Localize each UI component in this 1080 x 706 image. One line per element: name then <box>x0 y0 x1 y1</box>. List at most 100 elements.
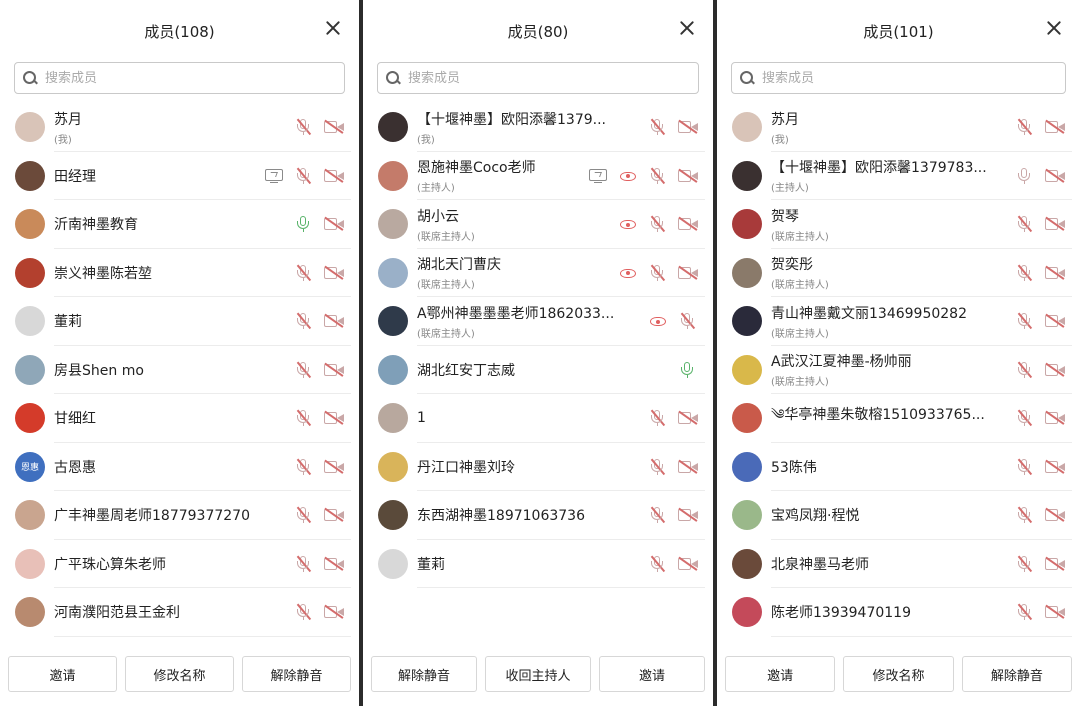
footer-button[interactable]: 修改名称 <box>125 656 234 692</box>
member-search-box[interactable] <box>731 62 1066 94</box>
camera-off-icon[interactable] <box>1044 457 1066 477</box>
mic-muted-icon[interactable] <box>1014 263 1036 283</box>
footer-button[interactable]: 解除静音 <box>961 656 1072 692</box>
member-search-input[interactable] <box>406 69 666 87</box>
member-row[interactable]: 1 <box>363 394 713 443</box>
mic-muted-icon[interactable] <box>647 166 669 186</box>
camera-off-icon[interactable] <box>677 117 699 137</box>
camera-off-icon[interactable] <box>323 263 345 283</box>
member-row[interactable]: 53陈伟 <box>717 443 1080 491</box>
mic-muted-icon[interactable] <box>293 505 315 525</box>
camera-off-icon[interactable] <box>323 457 345 477</box>
footer-button[interactable]: 解除静音 <box>371 656 477 692</box>
member-search-input[interactable] <box>43 69 311 87</box>
member-row[interactable]: 北泉神墨马老师 <box>717 540 1080 588</box>
member-row[interactable]: 青山神墨戴文丽13469950282 (联席主持人) <box>717 297 1080 346</box>
camera-off-icon[interactable] <box>323 117 345 137</box>
member-row[interactable]: 广丰神墨周老师18779377270 <box>0 491 359 540</box>
camera-off-icon[interactable] <box>323 554 345 574</box>
camera-off-icon[interactable] <box>1044 602 1066 622</box>
camera-off-icon[interactable] <box>677 505 699 525</box>
mic-muted-icon[interactable] <box>293 408 315 428</box>
member-search-box[interactable] <box>14 62 345 94</box>
mic-muted-icon[interactable] <box>293 457 315 477</box>
mic-icon[interactable] <box>293 214 315 234</box>
footer-button[interactable]: 修改名称 <box>843 656 954 692</box>
camera-off-icon[interactable] <box>323 166 345 186</box>
camera-off-icon[interactable] <box>323 505 345 525</box>
mic-muted-icon[interactable] <box>1014 505 1036 525</box>
camera-off-icon[interactable] <box>323 360 345 380</box>
member-row[interactable]: 【十堰神墨】欧阳添馨1379783... (主持人) <box>717 152 1080 200</box>
mic-muted-icon[interactable] <box>293 117 315 137</box>
mic-muted-icon[interactable] <box>293 554 315 574</box>
member-row[interactable]: 【十堰神墨】欧阳添馨1379... (我) <box>363 103 713 152</box>
member-row[interactable]: ༄华亭神墨朱敬榕1510933765... <box>717 394 1080 443</box>
camera-off-icon[interactable] <box>323 311 345 331</box>
member-search-input[interactable] <box>760 69 1031 87</box>
footer-button[interactable]: 收回主持人 <box>485 656 591 692</box>
member-row[interactable]: 甘细红 <box>0 394 359 443</box>
camera-off-icon[interactable] <box>1044 408 1066 428</box>
mic-muted-icon[interactable] <box>1014 117 1036 137</box>
mic-muted-icon[interactable] <box>647 263 669 283</box>
camera-off-icon[interactable] <box>677 457 699 477</box>
member-row[interactable]: 广平珠心算朱老师 <box>0 540 359 588</box>
mic-icon[interactable] <box>677 360 699 380</box>
camera-off-icon[interactable] <box>1044 311 1066 331</box>
member-row[interactable]: 苏月 (我) <box>0 103 359 152</box>
camera-off-icon[interactable] <box>1044 214 1066 234</box>
mic-muted-icon[interactable] <box>293 166 315 186</box>
camera-off-icon[interactable] <box>323 602 345 622</box>
mic-muted-icon[interactable] <box>647 505 669 525</box>
camera-off-icon[interactable] <box>677 408 699 428</box>
footer-button[interactable]: 邀请 <box>8 656 117 692</box>
member-row[interactable]: 陈老师13939470119 <box>717 588 1080 637</box>
member-row[interactable]: A武汉江夏神墨-杨帅丽 (联席主持人) <box>717 346 1080 394</box>
member-row[interactable]: 贺奕彤 (联席主持人) <box>717 249 1080 297</box>
camera-off-icon[interactable] <box>677 263 699 283</box>
member-search-box[interactable] <box>377 62 699 94</box>
close-icon[interactable] <box>323 18 343 38</box>
member-row[interactable]: 胡小云 (联席主持人) <box>363 200 713 249</box>
member-row[interactable]: 湖北红安丁志威 <box>363 346 713 394</box>
member-row[interactable]: 田经理 <box>0 152 359 200</box>
footer-button[interactable]: 邀请 <box>599 656 705 692</box>
member-row[interactable]: 贺琴 (联席主持人) <box>717 200 1080 249</box>
camera-off-icon[interactable] <box>323 408 345 428</box>
mic-muted-icon[interactable] <box>293 263 315 283</box>
mic-muted-icon[interactable] <box>647 117 669 137</box>
camera-off-icon[interactable] <box>677 214 699 234</box>
camera-off-icon[interactable] <box>323 214 345 234</box>
camera-off-icon[interactable] <box>1044 554 1066 574</box>
mic-muted-icon[interactable] <box>1014 214 1036 234</box>
footer-button[interactable]: 邀请 <box>725 656 836 692</box>
member-row[interactable]: 董莉 <box>363 540 713 588</box>
member-row[interactable]: 崇义神墨陈若堃 <box>0 249 359 297</box>
footer-button[interactable]: 解除静音 <box>242 656 351 692</box>
camera-off-icon[interactable] <box>1044 263 1066 283</box>
mic-muted-icon[interactable] <box>1014 408 1036 428</box>
mic-muted-icon[interactable] <box>293 602 315 622</box>
member-row[interactable]: 东西湖神墨18971063736 <box>363 491 713 540</box>
mic-muted-icon[interactable] <box>1014 554 1036 574</box>
mic-muted-icon[interactable] <box>647 214 669 234</box>
mic-muted-icon[interactable] <box>1014 360 1036 380</box>
member-row[interactable]: 恩惠 古恩惠 <box>0 443 359 491</box>
camera-off-icon[interactable] <box>677 166 699 186</box>
member-row[interactable]: 沂南神墨教育 <box>0 200 359 249</box>
close-icon[interactable] <box>1044 18 1064 38</box>
member-row[interactable]: 河南濮阳范县王金利 <box>0 588 359 637</box>
close-icon[interactable] <box>677 18 697 38</box>
mic-muted-icon[interactable] <box>293 311 315 331</box>
member-row[interactable]: 宝鸡凤翔·程悦 <box>717 491 1080 540</box>
mic-icon[interactable] <box>1014 166 1036 186</box>
member-row[interactable]: 恩施神墨Coco老师 (主持人) <box>363 152 713 200</box>
mic-muted-icon[interactable] <box>1014 602 1036 622</box>
member-row[interactable]: 房县Shen mo <box>0 346 359 394</box>
camera-off-icon[interactable] <box>1044 360 1066 380</box>
mic-muted-icon[interactable] <box>1014 457 1036 477</box>
camera-off-icon[interactable] <box>1044 505 1066 525</box>
member-row[interactable]: A鄂州神墨墨墨老师1862033... (联席主持人) <box>363 297 713 346</box>
camera-off-icon[interactable] <box>1044 117 1066 137</box>
